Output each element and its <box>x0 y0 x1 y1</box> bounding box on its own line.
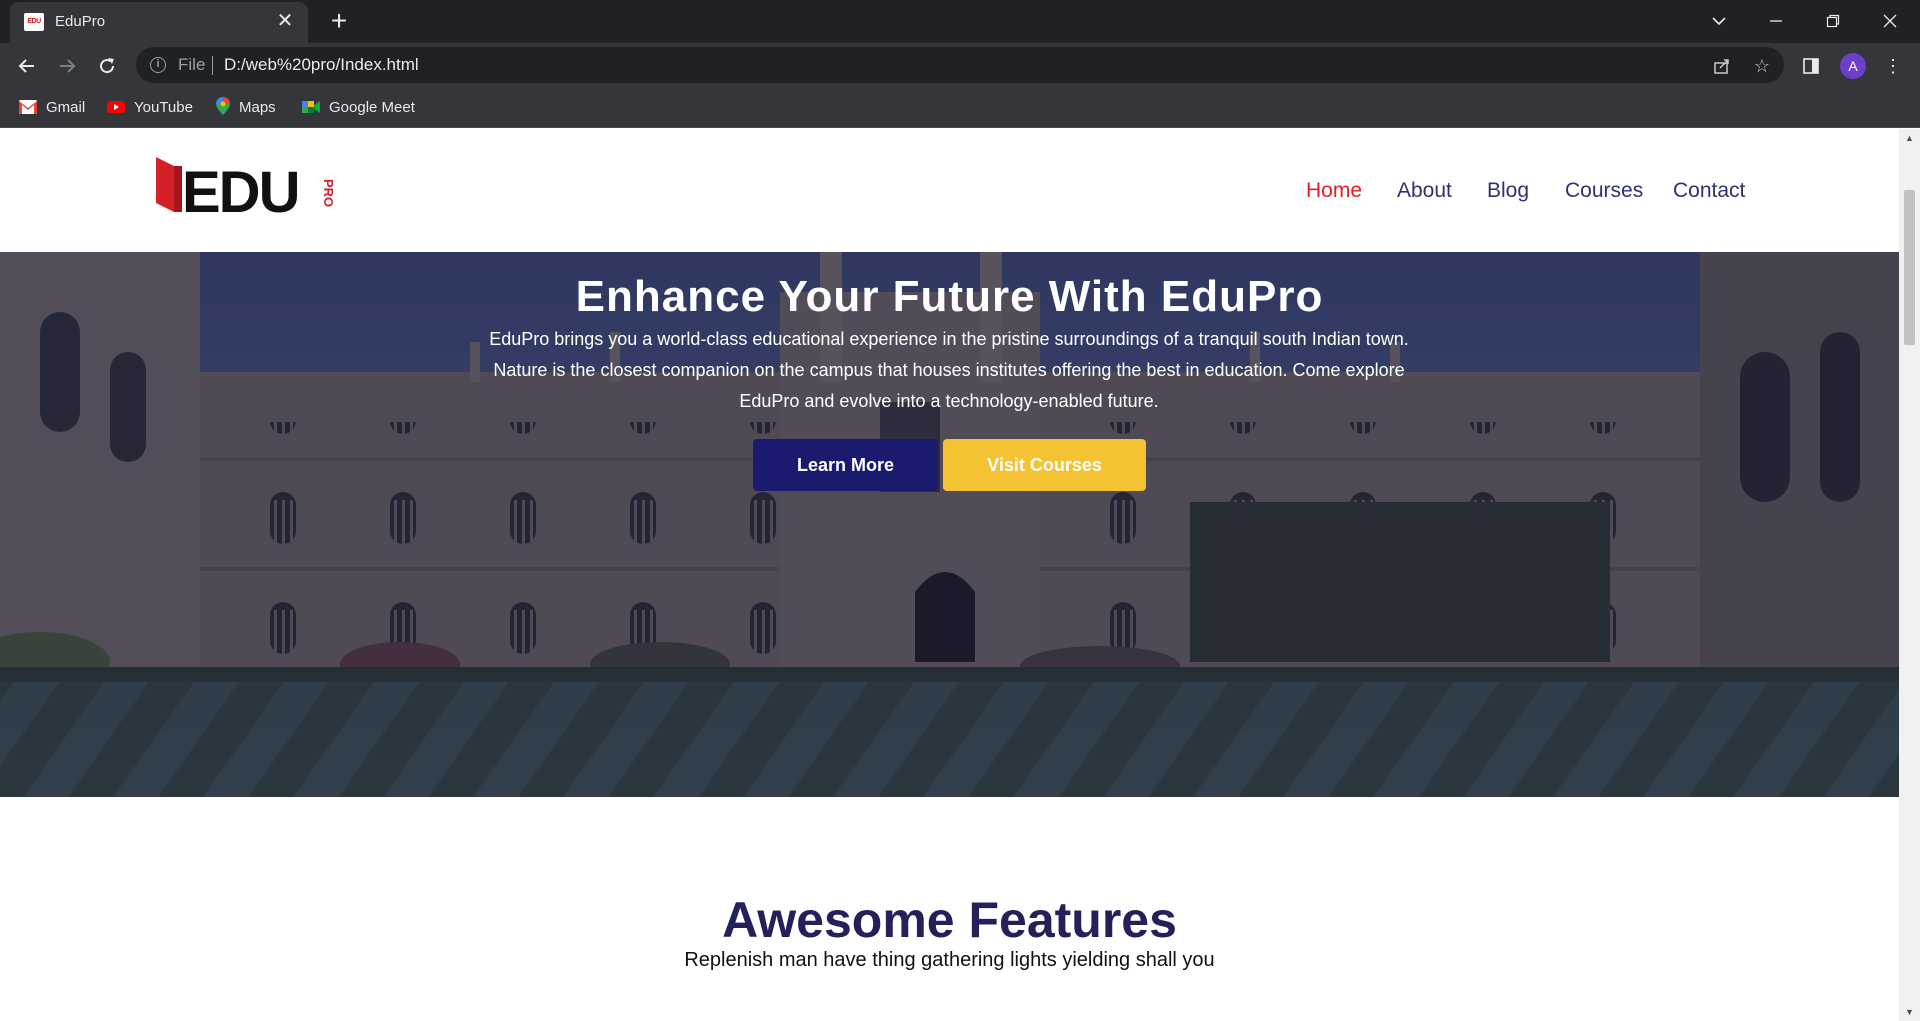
bookmark-youtube[interactable]: YouTube <box>107 97 193 119</box>
address-bar[interactable]: i File D:/web%20pro/Index.html ☆ <box>136 47 1784 83</box>
google-meet-icon <box>302 101 320 114</box>
bookmark-maps[interactable]: Maps <box>216 97 276 119</box>
tab-search-chevron-icon[interactable] <box>1691 0 1747 43</box>
restore-icon[interactable] <box>1805 0 1861 43</box>
scroll-up-icon[interactable]: ▲ <box>1904 133 1915 143</box>
url-scheme: File <box>178 55 206 74</box>
hero-text-line: Nature is the closest companion on the c… <box>493 360 1405 380</box>
hero-text-line: EduPro brings you a world-class educatio… <box>489 329 1409 349</box>
maps-icon <box>216 97 230 116</box>
nav-courses[interactable]: Courses <box>1565 179 1643 203</box>
features-heading: Awesome Features <box>722 892 1177 948</box>
close-window-icon[interactable] <box>1862 0 1918 43</box>
side-panel-icon[interactable] <box>1798 53 1824 79</box>
browser-tab-strip: EDU EduPro ✕ + <box>0 0 1920 43</box>
bookmark-star-icon[interactable]: ☆ <box>1751 55 1773 77</box>
youtube-icon <box>107 101 125 114</box>
browser-toolbar: i File D:/web%20pro/Index.html ☆ A ⋮ <box>0 43 1920 88</box>
site-info-icon[interactable]: i <box>150 57 166 73</box>
new-tab-icon[interactable]: + <box>325 7 353 35</box>
bookmark-google-meet[interactable]: Google Meet <box>302 97 415 119</box>
page-scrollbar[interactable]: ▲ ▼ <box>1899 129 1920 1021</box>
url-separator <box>212 56 213 75</box>
edupro-logo[interactable]: EDU PRO <box>156 157 336 217</box>
hero-description: EduPro brings you a world-class educatio… <box>470 324 1428 417</box>
nav-home[interactable]: Home <box>1306 179 1362 203</box>
bookmark-gmail[interactable]: Gmail <box>19 97 85 119</box>
forward-arrow-icon[interactable] <box>52 51 82 81</box>
tab-title: EduPro <box>55 13 106 30</box>
bookmark-label: YouTube <box>134 99 193 116</box>
hero-text-line: EduPro and evolve into a technology-enab… <box>739 391 1159 411</box>
bookmark-label: Google Meet <box>329 99 415 116</box>
profile-avatar[interactable]: A <box>1840 53 1866 79</box>
svg-text:PRO: PRO <box>321 179 336 207</box>
learn-more-button[interactable]: Learn More <box>753 439 938 491</box>
back-arrow-icon[interactable] <box>12 51 42 81</box>
more-menu-icon[interactable]: ⋮ <box>1880 53 1906 79</box>
share-icon[interactable] <box>1711 55 1733 77</box>
bookmarks-bar: Gmail YouTube Maps Google Meet <box>0 88 1920 128</box>
tab-favicon-icon: EDU <box>24 13 44 31</box>
svg-text:EDU: EDU <box>182 160 298 217</box>
scrollbar-thumb[interactable] <box>1904 190 1915 345</box>
hero-banner: Enhance Your Future With EduPro EduPro b… <box>0 252 1899 797</box>
scroll-down-icon[interactable]: ▼ <box>1904 1007 1915 1017</box>
page-viewport: EDU PRO Home About Blog Courses Contact <box>0 129 1899 1021</box>
hero-title: Enhance Your Future With EduPro <box>575 272 1324 321</box>
reload-icon[interactable] <box>92 51 122 81</box>
visit-courses-button[interactable]: Visit Courses <box>943 439 1146 491</box>
nav-blog[interactable]: Blog <box>1487 179 1529 203</box>
browser-tab[interactable]: EDU EduPro ✕ <box>10 2 308 43</box>
nav-contact[interactable]: Contact <box>1673 179 1745 203</box>
close-tab-icon[interactable]: ✕ <box>274 10 296 32</box>
url-text[interactable]: D:/web%20pro/Index.html <box>224 55 419 75</box>
nav-about[interactable]: About <box>1397 179 1452 203</box>
gmail-icon <box>19 100 37 115</box>
minimize-icon[interactable] <box>1748 0 1804 43</box>
bookmark-label: Gmail <box>46 99 86 116</box>
bookmark-label: Maps <box>239 99 276 116</box>
features-subtitle: Replenish man have thing gathering light… <box>684 949 1215 971</box>
site-header: EDU PRO Home About Blog Courses Contact <box>0 129 1899 252</box>
